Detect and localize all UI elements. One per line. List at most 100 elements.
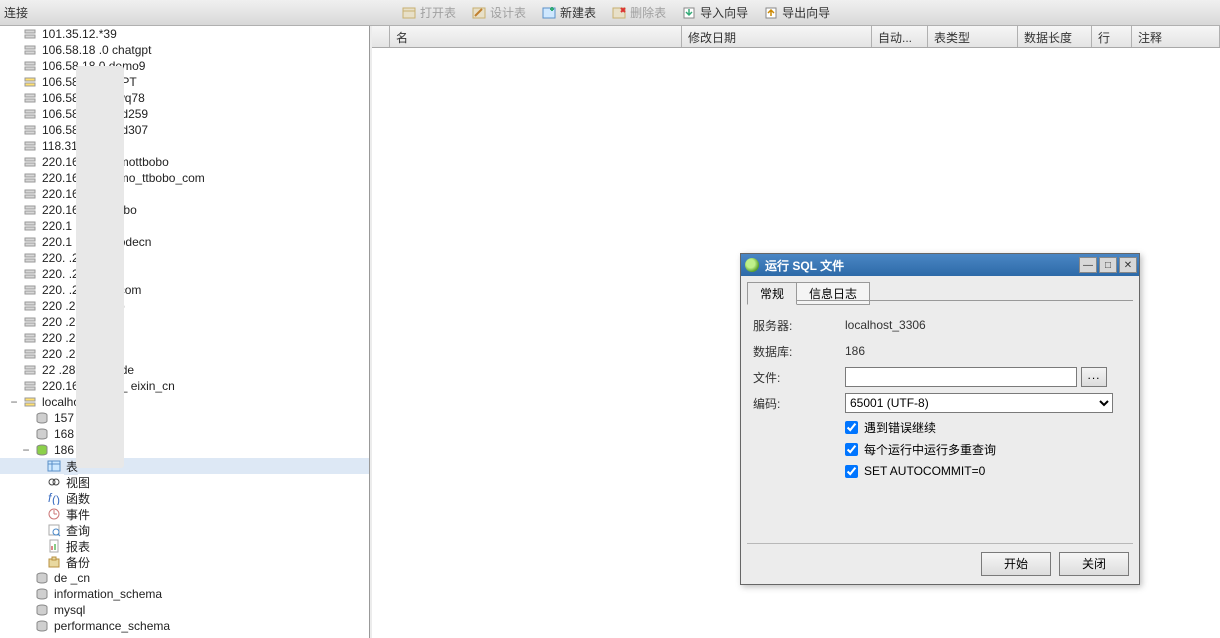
tree-node-label: 查询: [64, 522, 90, 539]
col-auto[interactable]: 自动...: [872, 26, 928, 47]
db-item[interactable]: information_schema: [0, 586, 369, 602]
tree-node-icon: [22, 75, 38, 89]
label-encoding: 编码:: [753, 395, 845, 412]
server-localhost[interactable]: −localho _3306: [0, 394, 369, 410]
chk-autocommit-label: SET AUTOCOMMIT=0: [864, 464, 985, 478]
db-item[interactable]: mysql: [0, 602, 369, 618]
col-len[interactable]: 数据长度: [1018, 26, 1092, 47]
server-item[interactable]: 106.58.18 .0 chatgpt: [0, 42, 369, 58]
delete-table-button[interactable]: 删除表: [604, 0, 674, 26]
server-item[interactable]: 220.16 .26 * bobo: [0, 202, 369, 218]
chk-continue-label: 遇到错误继续: [864, 419, 936, 436]
toolbar-connection-label: 连接: [0, 4, 34, 21]
start-button[interactable]: 开始: [981, 552, 1051, 576]
tree-node-icon: [46, 459, 62, 473]
close-dialog-button[interactable]: 关闭: [1059, 552, 1129, 576]
design-table-label: 设计表: [490, 4, 526, 21]
export-icon: [764, 6, 778, 20]
expand-icon[interactable]: −: [8, 395, 20, 409]
col-name[interactable]: 名: [390, 26, 682, 47]
table-new-icon: [542, 6, 556, 20]
tree-node-icon: [22, 347, 38, 361]
browse-button[interactable]: ...: [1081, 367, 1107, 387]
tree-node-icon: [46, 475, 62, 489]
delete-table-label: 删除表: [630, 4, 666, 21]
db-node-3[interactable]: 事件: [0, 506, 369, 522]
chk-autocommit[interactable]: [845, 465, 858, 478]
server-item[interactable]: 220 .28 wzy: [0, 346, 369, 362]
tree-node-icon: [22, 155, 38, 169]
import-icon: [682, 6, 696, 20]
label-database: 数据库:: [753, 343, 845, 360]
main-toolbar: 连接 打开表 设计表 新建表 删除表 导入向导 导出向导: [0, 0, 1220, 26]
server-item[interactable]: 220 .28 b. shop: [0, 298, 369, 314]
server-item[interactable]: 220.1 .26: [0, 218, 369, 234]
db-node-4[interactable]: 查询: [0, 522, 369, 538]
server-item[interactable]: 106.58.18 00-wq78: [0, 90, 369, 106]
tree-node-label: 报表: [64, 538, 90, 555]
table-delete-icon: [612, 6, 626, 20]
server-item[interactable]: 106.58.18 0 demo9: [0, 58, 369, 74]
server-item[interactable]: 220. .28: [0, 266, 369, 282]
import-wizard-button[interactable]: 导入向导: [674, 0, 756, 26]
col-modify[interactable]: 修改日期: [682, 26, 872, 47]
tree-node-icon: [22, 123, 38, 137]
db-item[interactable]: performance_schema: [0, 618, 369, 634]
server-item[interactable]: 220.165 26 demottbobo: [0, 154, 369, 170]
db-node-0[interactable]: 表: [0, 458, 369, 474]
server-item[interactable]: 220. .28 b ao_com: [0, 282, 369, 298]
tree-node-icon: [34, 411, 50, 425]
server-item[interactable]: 106.58.18 .0 GPT: [0, 74, 369, 90]
export-wizard-button[interactable]: 导出向导: [756, 0, 838, 26]
tree-node-icon: [34, 571, 50, 585]
db-node-1[interactable]: 视图: [0, 474, 369, 490]
run-sql-file-dialog: 运行 SQL 文件 — □ ✕ 常规 信息日志 服务器: localhost_3…: [740, 253, 1140, 585]
col-type[interactable]: 表类型: [928, 26, 1018, 47]
col-comment[interactable]: 注释: [1132, 26, 1220, 47]
close-button[interactable]: ✕: [1119, 257, 1137, 273]
server-item[interactable]: 220 .28 de: [0, 314, 369, 330]
col-rows[interactable]: 行: [1092, 26, 1132, 47]
export-label: 导出向导: [782, 4, 830, 21]
expand-icon[interactable]: −: [20, 443, 32, 457]
db-active[interactable]: −186: [0, 442, 369, 458]
col-icon[interactable]: [372, 26, 390, 47]
dialog-titlebar[interactable]: 运行 SQL 文件 — □ ✕: [741, 254, 1139, 276]
server-item[interactable]: 220.16 .26 jd: [0, 186, 369, 202]
value-database: 186: [845, 344, 865, 358]
server-item[interactable]: 106.58.1 00-yzd259: [0, 106, 369, 122]
tree-node-label: 157: [52, 411, 74, 425]
new-table-button[interactable]: 新建表: [534, 0, 604, 26]
chk-continue-on-error[interactable]: [845, 421, 858, 434]
db-item[interactable]: 168: [0, 426, 369, 442]
server-item[interactable]: 220.165 .28 zs_ eixin_cn: [0, 378, 369, 394]
file-input[interactable]: [845, 367, 1077, 387]
server-item[interactable]: 22 .28 you ncode: [0, 362, 369, 378]
open-table-button[interactable]: 打开表: [394, 0, 464, 26]
tree-node-label: performance_schema: [52, 619, 170, 633]
maximize-button[interactable]: □: [1099, 257, 1117, 273]
column-headers: 名 修改日期 自动... 表类型 数据长度 行 注释: [372, 26, 1220, 48]
encoding-select[interactable]: 65001 (UTF-8): [845, 393, 1113, 413]
server-item[interactable]: 220. .28: [0, 250, 369, 266]
server-item[interactable]: 118.31.7 5: [0, 138, 369, 154]
db-node-6[interactable]: 备份: [0, 554, 369, 570]
db-node-2[interactable]: f()函数: [0, 490, 369, 506]
design-table-button[interactable]: 设计表: [464, 0, 534, 26]
server-item[interactable]: 220.1 .26- ancodecn: [0, 234, 369, 250]
db-item[interactable]: 157: [0, 410, 369, 426]
tab-general[interactable]: 常规: [747, 282, 797, 305]
tab-log[interactable]: 信息日志: [796, 282, 870, 305]
db-item[interactable]: de _cn: [0, 570, 369, 586]
tree-node-icon: [46, 555, 62, 569]
server-item[interactable]: 220.165 26 demo_ttbobo_com: [0, 170, 369, 186]
minimize-button[interactable]: —: [1079, 257, 1097, 273]
server-item[interactable]: 220 .28 wm: [0, 330, 369, 346]
chk-multi-query[interactable]: [845, 443, 858, 456]
server-item[interactable]: 101.35.12.*39: [0, 26, 369, 42]
connection-tree-panel: 101.35.12.*39106.58.18 .0 chatgpt106.58.…: [0, 26, 370, 638]
tree-node-icon: [22, 363, 38, 377]
db-node-5[interactable]: 报表: [0, 538, 369, 554]
tree-node-label: 事件: [64, 506, 90, 523]
server-item[interactable]: 106.58.1 00-yzd307: [0, 122, 369, 138]
